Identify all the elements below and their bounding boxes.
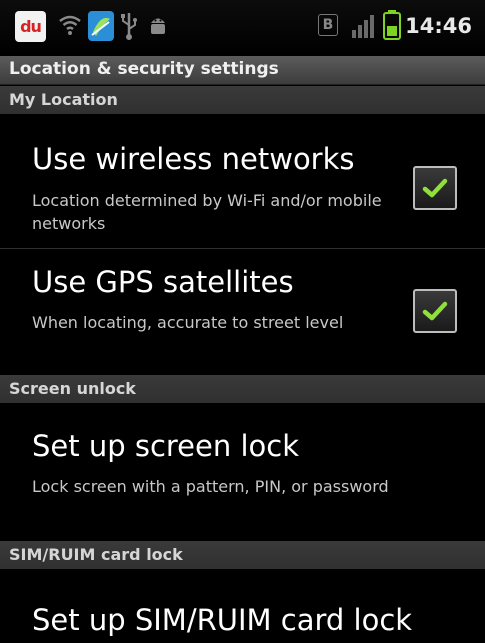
- item-title: Set up SIM/RUIM card lock: [32, 603, 413, 637]
- section-header-screen-unlock: Screen unlock: [0, 375, 485, 403]
- item-summary: Location determined by Wi-Fi and/or mobi…: [32, 191, 382, 233]
- checkmark-icon: [422, 178, 448, 198]
- item-title: Use GPS satellites: [32, 265, 294, 299]
- status-time: 14:46: [405, 14, 472, 38]
- section-header-label: SIM/RUIM card lock: [9, 545, 183, 564]
- use-gps-satellites-item[interactable]: Use GPS satellites When locating, accura…: [0, 249, 485, 375]
- du-app-icon: du: [15, 11, 46, 42]
- status-bar: du B 14:46: [0, 0, 485, 56]
- wifi-icon: [58, 12, 82, 44]
- checkmark-icon: [422, 301, 448, 321]
- android-debug-icon: [147, 13, 169, 41]
- usb-icon: [119, 11, 139, 45]
- title-bar: Location & security settings: [0, 56, 485, 85]
- item-title: Use wireless networks: [32, 142, 355, 176]
- use-wireless-networks-item[interactable]: Use wireless networks Location determine…: [0, 114, 485, 248]
- app-notification-icon: [87, 10, 115, 46]
- settings-screen: du B 14:46 Location & security settings …: [0, 0, 485, 643]
- section-header-label: Screen unlock: [9, 379, 136, 398]
- item-summary: When locating, accurate to street level: [32, 313, 344, 332]
- use-gps-satellites-checkbox[interactable]: [413, 289, 457, 333]
- section-header-label: My Location: [9, 90, 118, 109]
- set-up-sim-ruim-card-lock-item[interactable]: Set up SIM/RUIM card lock: [0, 569, 485, 643]
- page-title: Location & security settings: [9, 59, 279, 79]
- du-app-badge-text: du: [20, 17, 42, 36]
- battery-icon: [383, 9, 401, 45]
- set-up-screen-lock-item[interactable]: Set up screen lock Lock screen with a pa…: [0, 403, 485, 541]
- b-indicator-icon: B: [318, 14, 338, 36]
- section-header-sim-ruim-card-lock: SIM/RUIM card lock: [0, 541, 485, 569]
- item-title: Set up screen lock: [32, 429, 300, 463]
- item-summary: Lock screen with a pattern, PIN, or pass…: [32, 477, 389, 496]
- signal-icon: [350, 12, 376, 44]
- section-header-my-location: My Location: [0, 86, 485, 114]
- use-wireless-networks-checkbox[interactable]: [413, 166, 457, 210]
